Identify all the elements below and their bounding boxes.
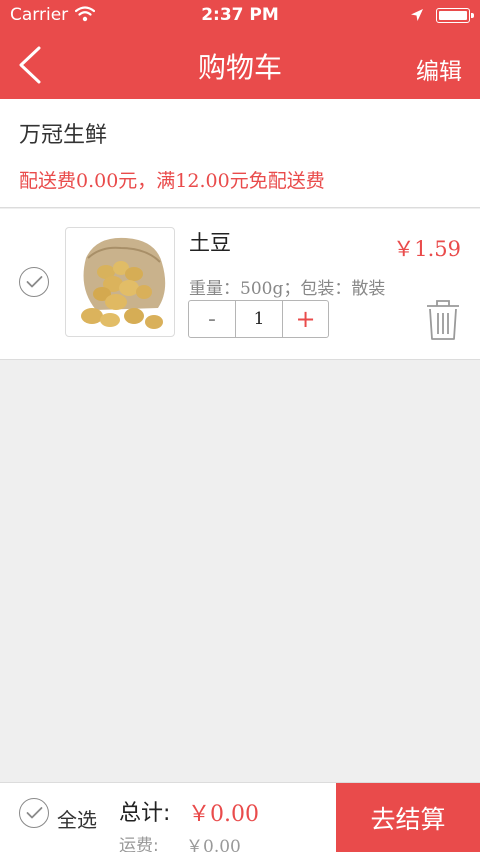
quantity-stepper: - 1 + (188, 300, 329, 338)
nav-bar: 购物车 编辑 (0, 30, 480, 99)
checkout-bar: 全选 总计: ￥0.00 运费: ￥0.00 去结算 (0, 782, 480, 852)
status-bar: Carrier 2:37 PM (0, 0, 480, 30)
store-header: 万冠生鲜 配送费0.00元，满12.00元免配送费 (0, 99, 480, 208)
delivery-fee-note: 配送费0.00元，满12.00元免配送费 (19, 170, 325, 192)
shipping-label: 运费: (119, 836, 159, 852)
decrease-quantity-button[interactable]: - (189, 301, 236, 337)
item-select-checkbox[interactable] (19, 267, 49, 297)
increase-quantity-button[interactable]: + (282, 301, 328, 337)
select-all-label[interactable]: 全选 (57, 804, 97, 833)
battery-icon (436, 8, 474, 23)
page-title: 购物车 (197, 51, 282, 84)
product-spec: 重量：500g；包装：散装 (189, 279, 386, 299)
checkout-button[interactable]: 去结算 (336, 783, 480, 852)
select-all-checkbox[interactable] (19, 798, 49, 828)
trash-icon[interactable] (426, 299, 460, 345)
total-label: 总计: (119, 801, 171, 826)
quantity-value[interactable]: 1 (236, 301, 282, 337)
total-value: ￥0.00 (188, 802, 259, 827)
cart-item: 土豆 ￥1.59 重量：500g；包装：散装 - 1 + (0, 209, 480, 360)
shipping-value: ￥0.00 (186, 837, 241, 852)
edit-button[interactable]: 编辑 (416, 52, 462, 86)
product-price: ￥1.59 (393, 237, 461, 261)
product-name[interactable]: 土豆 (189, 227, 231, 257)
store-name[interactable]: 万冠生鲜 (19, 117, 107, 149)
location-arrow-icon (410, 7, 424, 27)
clock: 2:37 PM (201, 5, 279, 25)
potato-product-image[interactable] (65, 227, 175, 337)
